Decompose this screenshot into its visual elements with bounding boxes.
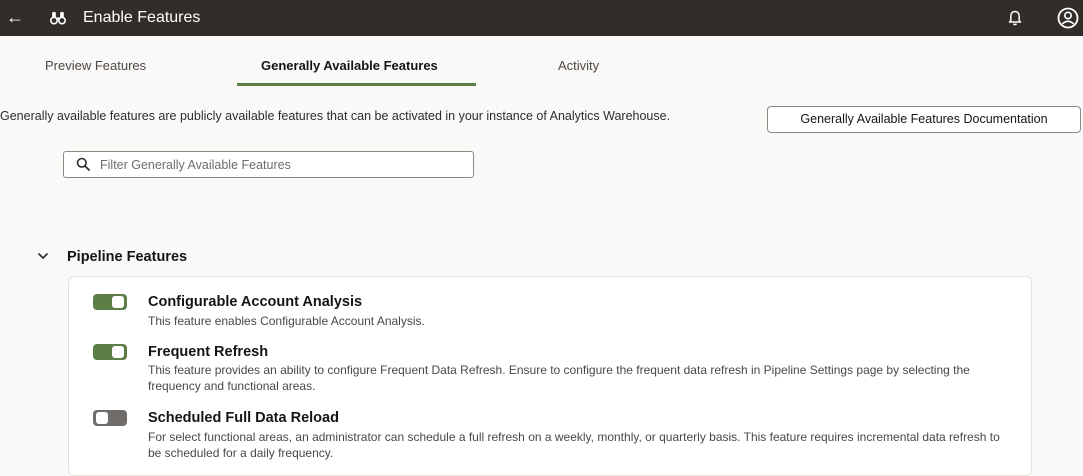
filter-input[interactable] — [100, 156, 460, 174]
tab-generally-available-features[interactable]: Generally Available Features — [261, 58, 438, 74]
feature-description: This feature enables Configurable Accoun… — [148, 314, 425, 328]
tab-bar: Preview Features Generally Available Fea… — [0, 36, 1083, 86]
feature-name: Configurable Account Analysis — [148, 294, 363, 310]
feature-description: This feature provides an ability to conf… — [148, 363, 970, 393]
binoculars-icon — [50, 12, 66, 25]
chevron-down-icon[interactable] — [37, 250, 49, 262]
tab-preview-features[interactable]: Preview Features — [45, 58, 146, 74]
tab-activity[interactable]: Activity — [558, 58, 599, 74]
active-tab-indicator — [237, 83, 476, 86]
header-bar: ← Enable Features — [0, 0, 1083, 36]
arrow-left-icon[interactable]: ← — [6, 7, 24, 27]
feature-description: For select functional areas, an administ… — [148, 430, 1000, 460]
documentation-button[interactable]: Generally Available Features Documentati… — [767, 106, 1081, 133]
toggle-configurable-account-analysis[interactable] — [93, 294, 127, 310]
feature-name: Frequent Refresh — [148, 344, 269, 360]
filter-field — [63, 151, 474, 178]
bell-icon[interactable] — [1007, 9, 1023, 27]
search-icon — [76, 157, 90, 171]
page-description: Generally available features are publicl… — [0, 109, 671, 123]
toggle-scheduled-full-data-reload[interactable] — [93, 410, 127, 426]
toggle-knob — [112, 346, 124, 358]
toggle-knob — [112, 296, 124, 308]
toggle-knob — [96, 412, 108, 424]
toggle-frequent-refresh[interactable] — [93, 344, 127, 360]
section-title: Pipeline Features — [67, 249, 188, 265]
user-avatar-icon[interactable] — [1057, 7, 1079, 29]
feature-name: Scheduled Full Data Reload — [148, 410, 339, 426]
page-title: Enable Features — [83, 9, 201, 26]
